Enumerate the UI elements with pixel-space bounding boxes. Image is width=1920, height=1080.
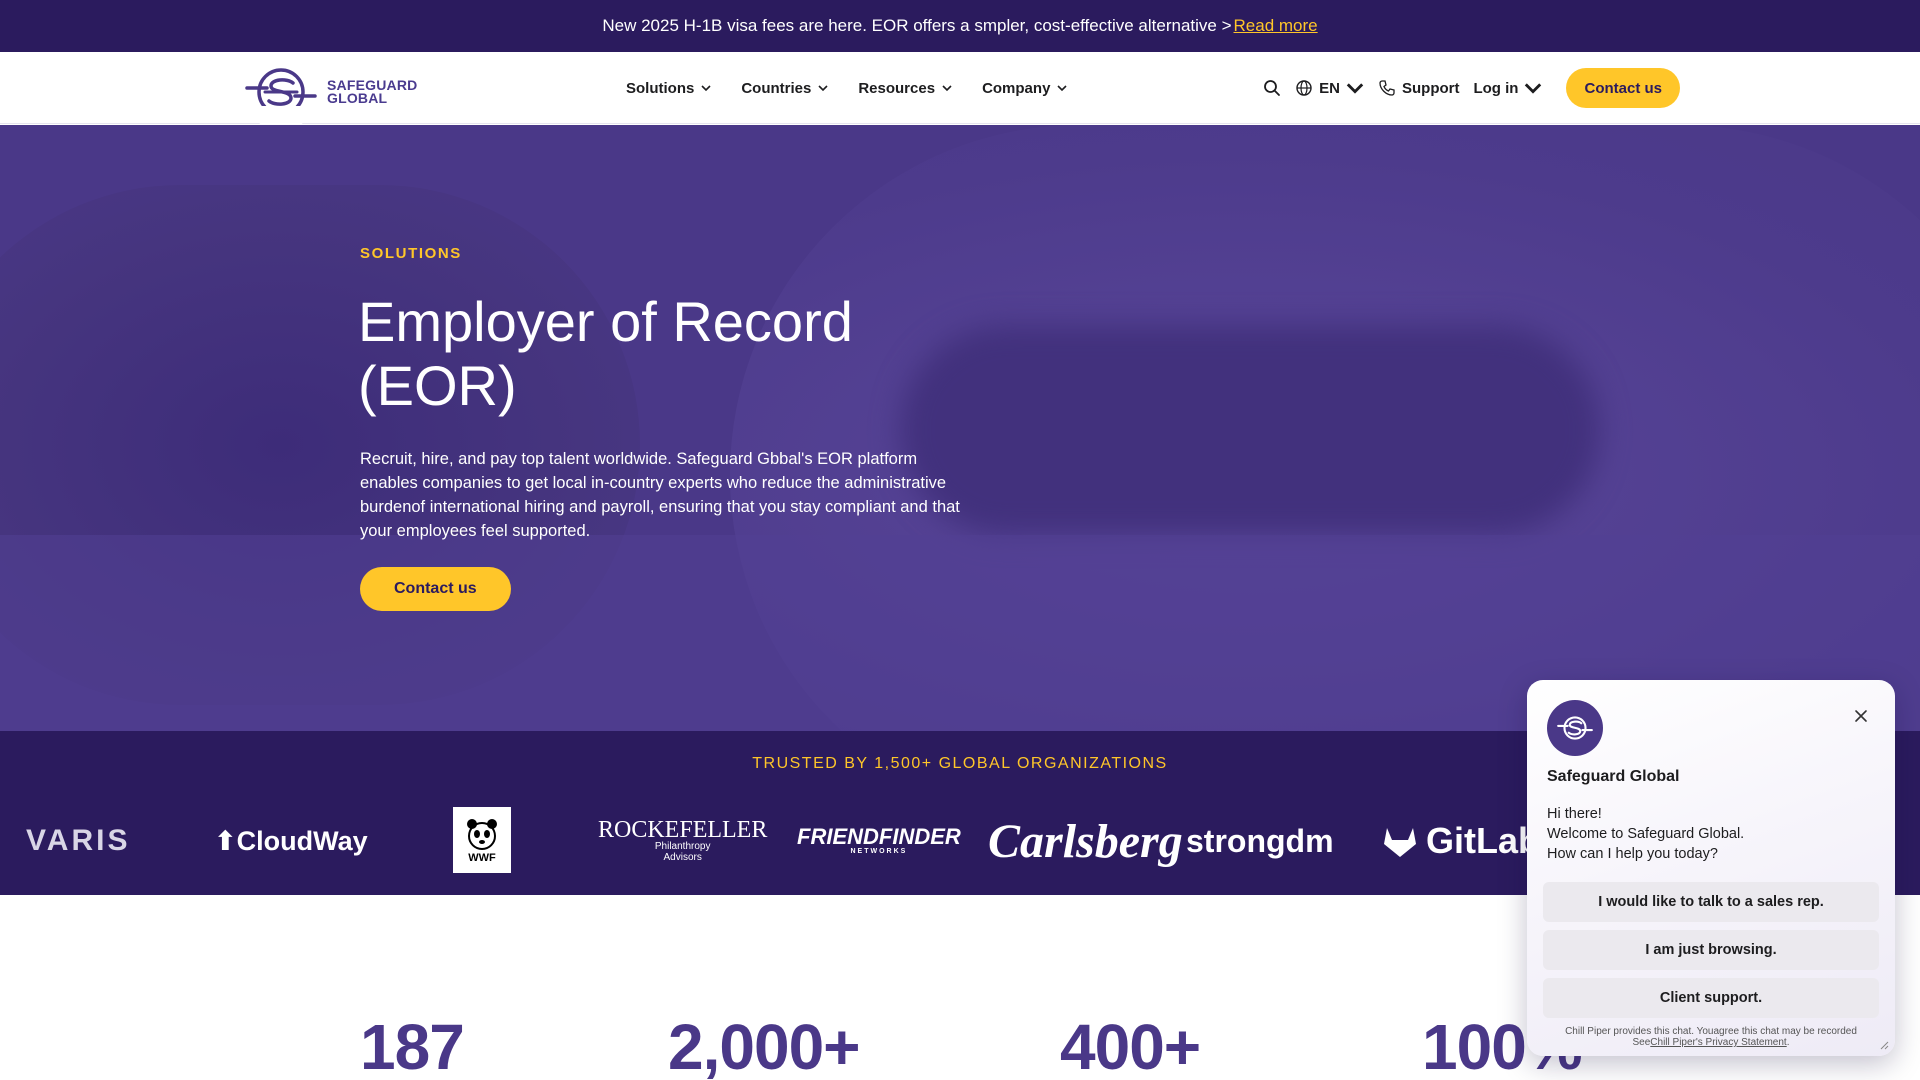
chat-greeting: Hi there! xyxy=(1547,806,1602,822)
friendfinder-logo-text: FRIENDFINDER xyxy=(797,823,961,849)
hero-section: SOLUTIONS Employer of Record (EOR) Recru… xyxy=(0,125,1920,731)
nav-countries[interactable]: Countries xyxy=(741,80,828,97)
read-more-link[interactable]: Read more xyxy=(1234,16,1318,36)
stat-countries: 187 xyxy=(360,1011,465,1080)
gitlab-fox-icon xyxy=(1384,828,1416,857)
privacy-statement-link[interactable]: Chill Piper's Privacy Statement xyxy=(1650,1037,1786,1048)
nav-resources[interactable]: Resources xyxy=(858,80,952,97)
hero-title-line1: Employer of Record xyxy=(358,290,853,353)
chevron-down-icon xyxy=(942,85,952,92)
contact-us-hero-button[interactable]: Contact us xyxy=(360,567,511,611)
chat-disclaimer-see: See xyxy=(1632,1037,1651,1048)
chevron-down-icon xyxy=(818,85,828,92)
chat-option-browsing[interactable]: I am just browsing. xyxy=(1543,930,1879,970)
carlsberg-logo: Carlsberg xyxy=(988,814,1183,868)
chat-disclaimer-end: . xyxy=(1786,1037,1790,1048)
close-icon[interactable] xyxy=(1851,706,1871,726)
panda-icon xyxy=(467,819,497,850)
chat-question: How can I help you today? xyxy=(1547,846,1718,862)
rockefeller-logo-sub2: Advisors xyxy=(663,852,702,863)
rockefeller-logo-text: ROCKEFELLER xyxy=(598,817,768,843)
resize-handle-icon[interactable] xyxy=(1879,1040,1889,1050)
contact-us-nav-button[interactable]: Contact us xyxy=(1566,68,1680,108)
language-label: EN xyxy=(1319,79,1340,97)
chat-message: Hi there! Welcome to Safeguard Global. H… xyxy=(1547,804,1867,864)
cloudway-arrow-icon: ⬆ xyxy=(214,825,237,856)
support-link[interactable]: Support xyxy=(1378,79,1460,97)
cloudway-logo-text: CloudWay xyxy=(236,825,368,856)
wwf-logo: WWF xyxy=(453,807,511,873)
chat-widget: Safeguard Global Hi there! Welcome to Sa… xyxy=(1527,680,1895,1056)
nav-solutions-label: Solutions xyxy=(626,79,695,97)
chevron-down-icon xyxy=(701,85,711,92)
rockefeller-logo: ROCKEFELLER Philanthropy Advisors xyxy=(598,807,767,875)
hero-title: Employer of Record (EOR) xyxy=(358,290,978,418)
rockefeller-logo-sub1: Philanthropy xyxy=(654,841,711,852)
announcement-bar: New 2025 H-1B visa fees are here. EOR of… xyxy=(0,0,1920,52)
nav-resources-label: Resources xyxy=(858,79,936,97)
globe-icon xyxy=(1296,80,1312,96)
gitlab-logo-text: GitLab xyxy=(1426,820,1540,861)
gitlab-logo: GitLab xyxy=(1382,807,1540,875)
chat-welcome: Welcome to Safeguard Global. xyxy=(1547,826,1745,842)
stat-partners: 400+ xyxy=(1060,1011,1201,1080)
nav-company[interactable]: Company xyxy=(982,80,1067,97)
nav-countries-label: Countries xyxy=(741,79,812,97)
chat-option-sales[interactable]: I would like to talk to a sales rep. xyxy=(1543,882,1879,922)
logo-line2: GLOBAL xyxy=(327,90,388,106)
chat-disclaimer: Chill Piper provides this chat. Youagree… xyxy=(1527,1026,1895,1048)
safeguard-logo-icon xyxy=(1557,716,1593,740)
hero-title-line2: (EOR) xyxy=(358,354,517,417)
support-label: Support xyxy=(1401,79,1460,97)
utility-nav: EN Support Log in Contact us xyxy=(1263,52,1680,124)
hero-eyebrow: SOLUTIONS xyxy=(360,245,462,262)
search-icon xyxy=(1264,80,1281,96)
language-selector[interactable]: EN xyxy=(1295,79,1364,97)
login-label: Log in xyxy=(1473,79,1519,97)
phone-icon xyxy=(1379,80,1395,96)
primary-menu: Solutions Countries Resources Company xyxy=(626,52,1067,124)
chat-disclaimer-text: Chill Piper provides this chat. Youagree… xyxy=(1565,1026,1857,1037)
nav-solutions[interactable]: Solutions xyxy=(626,80,711,97)
search-button[interactable] xyxy=(1263,79,1281,97)
chevron-down-icon xyxy=(1346,83,1364,94)
chevron-down-icon xyxy=(1525,83,1542,94)
login-menu[interactable]: Log in xyxy=(1473,79,1542,97)
announcement-text: New 2025 H-1B visa fees are here. EOR of… xyxy=(602,16,1232,35)
friendfinder-logo: FRIENDFINDER NETWORKS xyxy=(797,807,961,875)
varis-logo: VARIS xyxy=(26,824,131,857)
strongdm-logo: strongdm xyxy=(1186,822,1334,859)
chevron-down-icon xyxy=(1057,85,1067,92)
hero-description: Recruit, hire, and pay top talent worldw… xyxy=(360,450,960,540)
logo-wordmark: SAFEGUARD GLOBAL xyxy=(327,78,417,106)
stat-clients: 2,000+ xyxy=(668,1011,861,1080)
cloudway-logo: ⬆ CloudWay xyxy=(214,807,368,875)
nav-company-label: Company xyxy=(982,79,1051,97)
friendfinder-logo-sub: NETWORKS xyxy=(850,847,908,855)
wwf-logo-text: WWF xyxy=(468,852,496,864)
hero-background-shape xyxy=(900,325,1600,535)
chat-option-support[interactable]: Client support. xyxy=(1543,978,1879,1018)
chat-avatar xyxy=(1547,700,1603,756)
chat-sender-name: Safeguard Global xyxy=(1547,768,1680,785)
